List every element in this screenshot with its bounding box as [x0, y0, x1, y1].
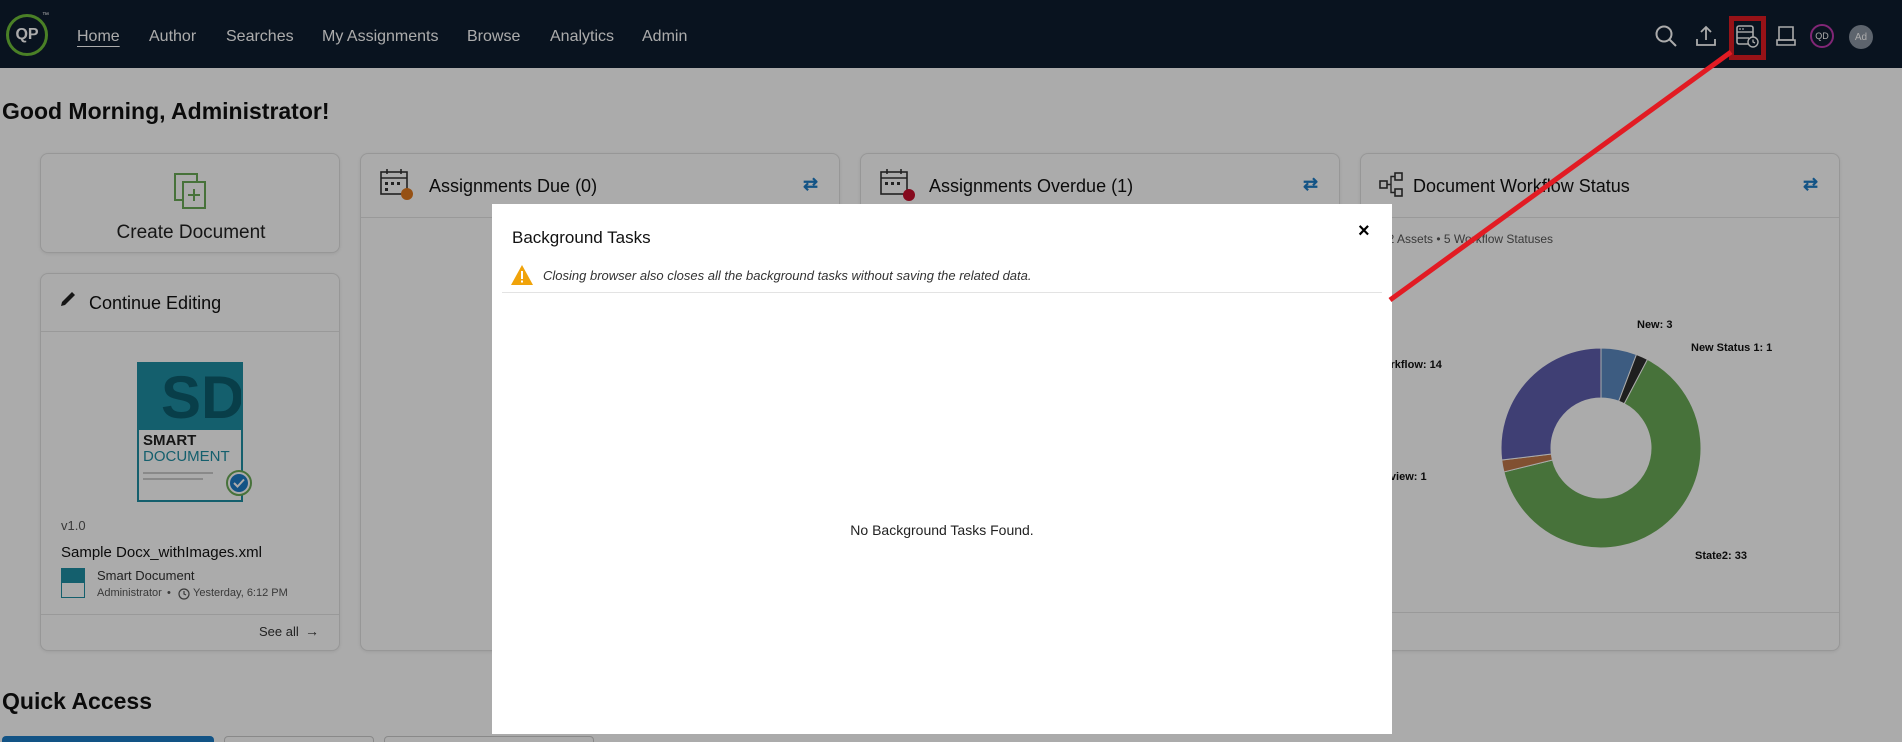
close-icon[interactable]: × [1358, 220, 1370, 243]
warning-text: Closing browser also closes all the back… [543, 268, 1032, 283]
modal-title: Background Tasks [512, 228, 651, 247]
divider [502, 292, 1382, 293]
warning-icon [510, 264, 534, 286]
background-tasks-modal: Background Tasks × Closing browser also … [492, 204, 1392, 734]
empty-state-text: No Background Tasks Found. [850, 522, 1034, 538]
